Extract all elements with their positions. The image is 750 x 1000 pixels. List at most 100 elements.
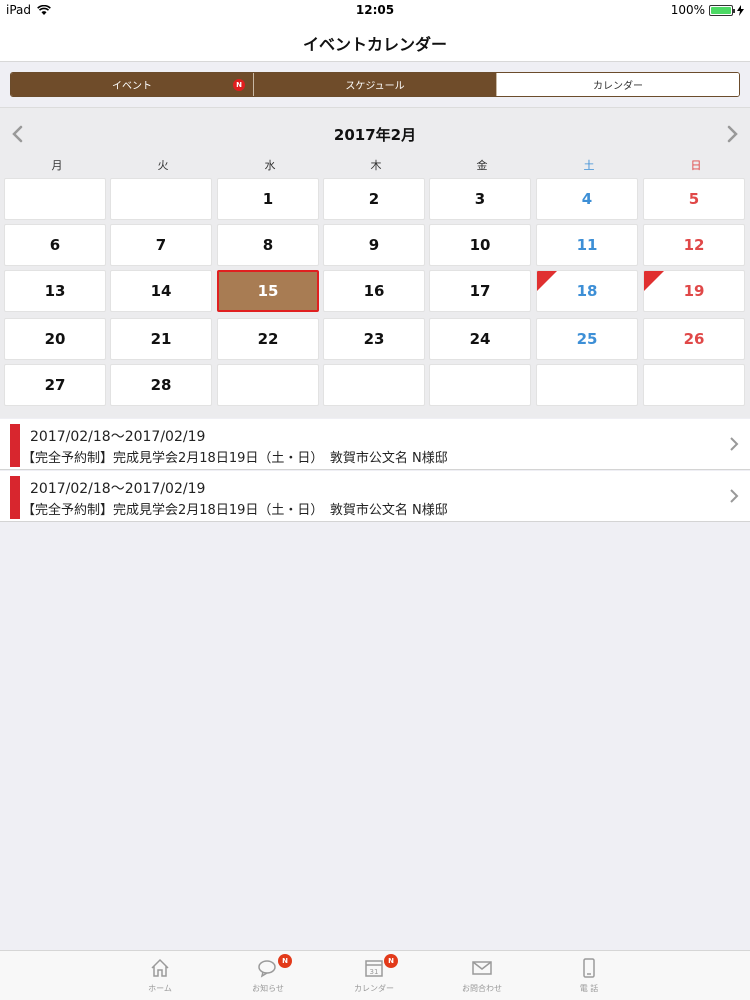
day-number: 19 <box>683 282 705 300</box>
day-number: 16 <box>363 282 385 300</box>
tab-calendar-label: カレンダー <box>354 984 394 993</box>
day-number: 25 <box>576 330 598 348</box>
segment-calendar[interactable]: カレンダー <box>496 73 739 96</box>
tab-phone[interactable]: 電 話 <box>554 957 624 997</box>
segment-calendar-label: カレンダー <box>593 81 643 92</box>
battery-percent: 100% <box>670 3 705 17</box>
day-number: 26 <box>683 330 705 348</box>
calendar-day[interactable]: 25 <box>536 318 638 360</box>
weekday-friday: 金 <box>476 159 488 172</box>
event-marker <box>644 271 664 291</box>
calendar-day-empty <box>4 178 106 220</box>
segment-event-label: イベント <box>112 81 152 92</box>
calendar-day[interactable]: 2 <box>323 178 425 220</box>
weekday-tuesday: 火 <box>157 159 169 172</box>
calendar-day[interactable]: 23 <box>323 318 425 360</box>
day-number: 17 <box>469 282 491 300</box>
tab-news-badge: N <box>278 954 292 968</box>
tab-news-label: お知らせ <box>252 984 284 993</box>
event-list-item[interactable]: 2017/02/18〜2017/02/19 【完全予約制】完成見学会2月18日1… <box>0 471 750 522</box>
chat-bubble-icon: N <box>257 954 292 979</box>
day-number: 3 <box>474 190 486 208</box>
calendar-day[interactable]: 20 <box>4 318 106 360</box>
tab-bar: ホーム N お知らせ 31 N カレンダー お問合わせ 電 話 <box>0 950 750 1000</box>
event-date: 2017/02/18〜2017/02/19 <box>30 429 206 445</box>
calendar-day[interactable]: 1 <box>217 178 319 220</box>
status-right: 100% <box>671 3 744 17</box>
day-number: 18 <box>576 282 598 300</box>
calendar-day[interactable]: 27 <box>4 364 106 406</box>
day-number: 10 <box>469 236 491 254</box>
calendar-day[interactable]: 17 <box>429 270 531 312</box>
battery-icon <box>709 4 735 16</box>
calendar-day[interactable]: 15 <box>217 270 319 312</box>
calendar-day[interactable]: 7 <box>110 224 212 266</box>
event-list-item[interactable]: 2017/02/18〜2017/02/19 【完全予約制】完成見学会2月18日1… <box>0 419 750 470</box>
tab-home[interactable]: ホーム <box>125 957 195 997</box>
weekday-wednesday: 水 <box>264 159 276 172</box>
day-number: 8 <box>262 236 274 254</box>
calendar-day-empty <box>536 364 638 406</box>
calendar-day[interactable]: 26 <box>643 318 745 360</box>
calendar-day[interactable]: 10 <box>429 224 531 266</box>
tab-contact-label: お問合わせ <box>462 984 502 993</box>
status-bar: iPad 12:05 100% <box>0 0 750 20</box>
status-time: 12:05 <box>355 3 395 17</box>
event-title: 【完全予約制】完成見学会2月18日19日（土・日） 敦賀市公文名 N様邸 <box>22 503 448 518</box>
calendar-icon: 31 N <box>363 954 398 979</box>
calendar-day-empty <box>217 364 319 406</box>
event-title: 【完全予約制】完成見学会2月18日19日（土・日） 敦賀市公文名 N様邸 <box>22 451 448 466</box>
chevron-right-icon <box>730 489 739 503</box>
month-title: 2017年2月 <box>333 126 417 144</box>
day-number: 1 <box>262 190 274 208</box>
calendar-day[interactable]: 8 <box>217 224 319 266</box>
calendar-day[interactable]: 9 <box>323 224 425 266</box>
segmented-control: イベント N スケジュール カレンダー <box>10 72 740 97</box>
calendar-day[interactable]: 22 <box>217 318 319 360</box>
weekday-sunday: 日 <box>690 159 702 172</box>
page-title: イベントカレンダー <box>302 35 447 54</box>
calendar-day[interactable]: 4 <box>536 178 638 220</box>
mail-icon <box>472 961 492 975</box>
calendar-day[interactable]: 13 <box>4 270 106 312</box>
tab-phone-label: 電 話 <box>579 984 599 993</box>
day-number: 14 <box>150 282 172 300</box>
calendar-day[interactable]: 28 <box>110 364 212 406</box>
day-number: 2 <box>368 190 380 208</box>
weekday-monday: 月 <box>51 159 63 172</box>
tab-contact[interactable]: お問合わせ <box>447 957 517 997</box>
segment-event[interactable]: イベント N <box>11 73 253 96</box>
calendar-day[interactable]: 16 <box>323 270 425 312</box>
day-number: 13 <box>44 282 66 300</box>
day-number: 9 <box>368 236 380 254</box>
calendar-day-empty <box>429 364 531 406</box>
calendar-day-empty <box>643 364 745 406</box>
day-number: 27 <box>44 376 66 394</box>
new-badge: N <box>233 79 245 91</box>
calendar-day[interactable]: 14 <box>110 270 212 312</box>
tab-calendar[interactable]: 31 N カレンダー <box>339 954 409 997</box>
calendar-day[interactable]: 21 <box>110 318 212 360</box>
segment-schedule[interactable]: スケジュール <box>253 73 496 96</box>
calendar-day[interactable]: 12 <box>643 224 745 266</box>
next-month-icon[interactable] <box>722 124 742 144</box>
calendar-day[interactable]: 24 <box>429 318 531 360</box>
calendar-day[interactable]: 3 <box>429 178 531 220</box>
phone-icon <box>583 958 595 978</box>
calendar-day[interactable]: 6 <box>4 224 106 266</box>
charging-icon <box>737 4 744 16</box>
day-number: 6 <box>49 236 61 254</box>
event-date: 2017/02/18〜2017/02/19 <box>30 481 206 497</box>
calendar-day[interactable]: 18 <box>536 270 638 312</box>
day-number: 15 <box>257 282 279 300</box>
calendar-day-empty <box>110 178 212 220</box>
day-number: 22 <box>257 330 279 348</box>
calendar-day[interactable]: 19 <box>643 270 745 312</box>
day-number: 24 <box>469 330 491 348</box>
calendar-day[interactable]: 5 <box>643 178 745 220</box>
weekday-header: 月火水木金土日 <box>0 157 750 173</box>
calendar-day[interactable]: 11 <box>536 224 638 266</box>
tab-news[interactable]: N お知らせ <box>233 954 303 997</box>
day-number: 23 <box>363 330 385 348</box>
tab-calendar-badge: N <box>384 954 398 968</box>
